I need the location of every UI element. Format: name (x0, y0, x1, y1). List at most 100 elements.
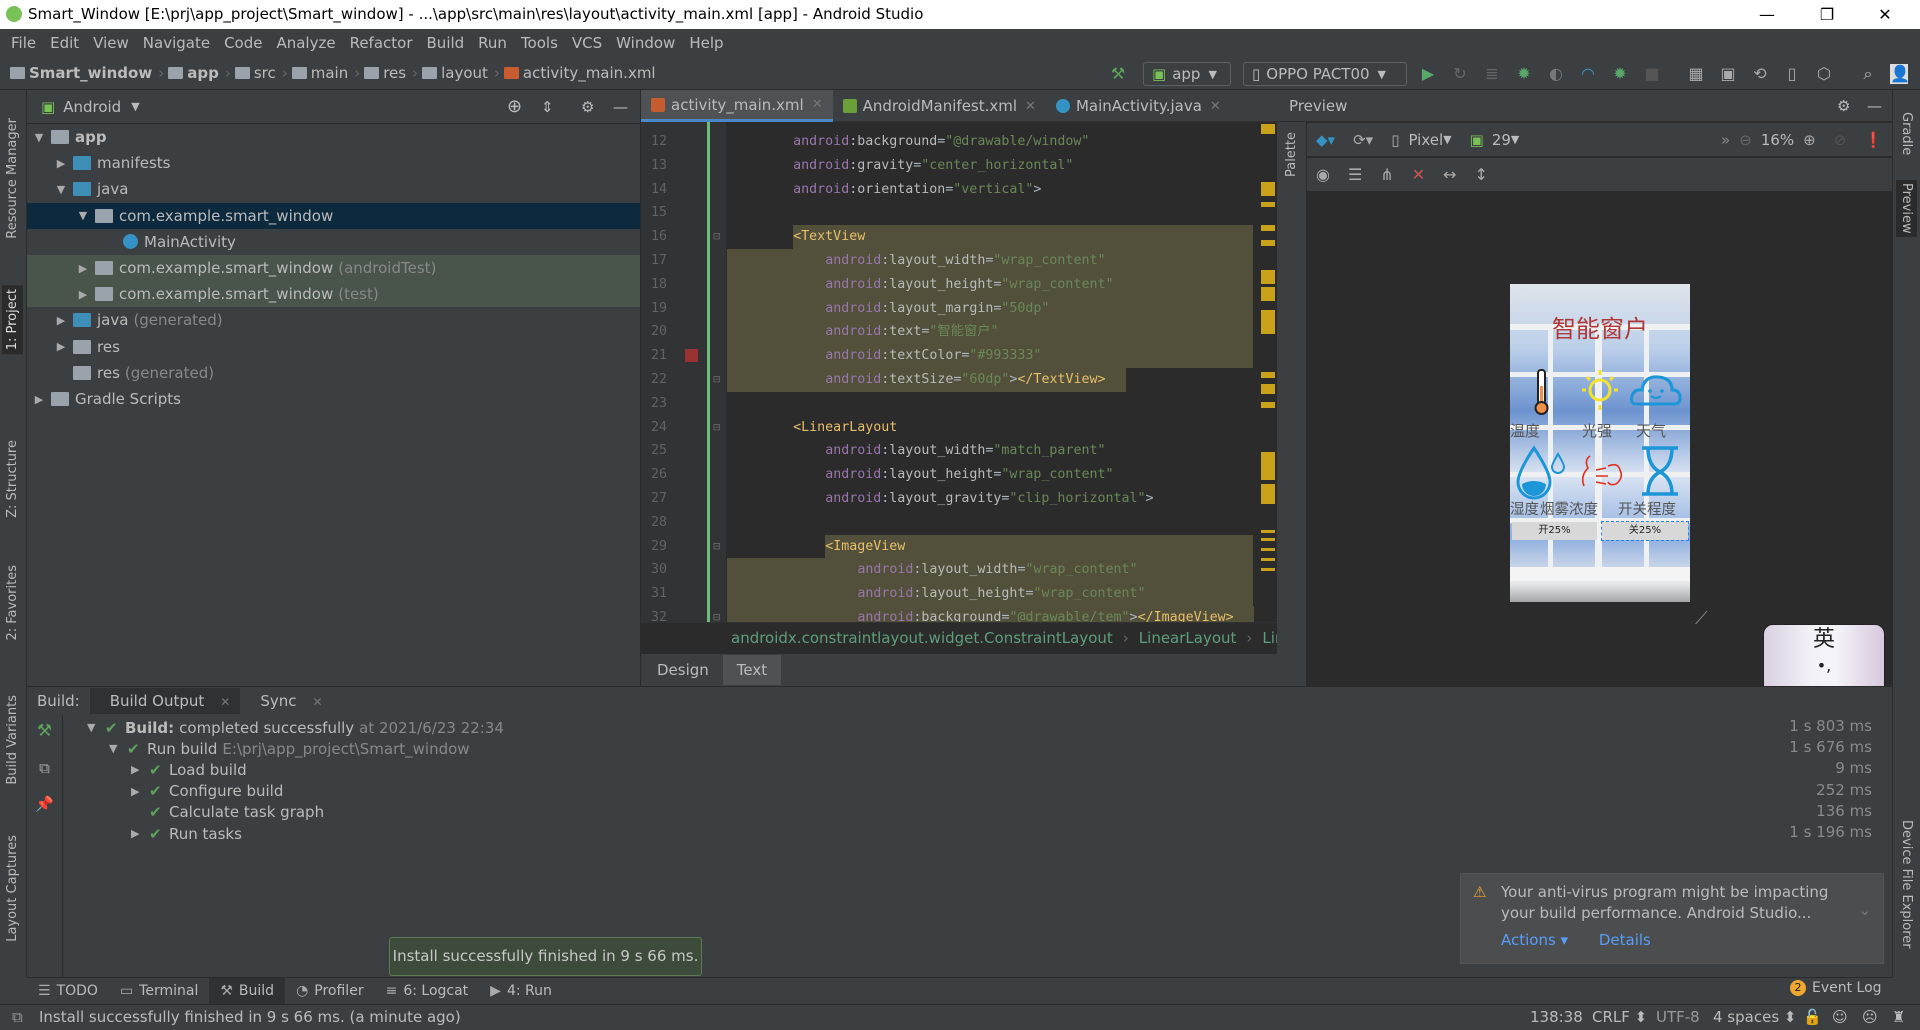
indent-setting[interactable]: 4 spaces ⬍ (1713, 1005, 1796, 1030)
frown-icon[interactable]: ☹ (1862, 1005, 1878, 1030)
tab-design[interactable]: Design (643, 655, 723, 685)
breadcrumb-item[interactable]: activity_main.xml (503, 64, 656, 82)
warning-marker[interactable] (1261, 558, 1275, 561)
event-log-button[interactable]: 2 Event Log (1790, 980, 1882, 996)
tree-item[interactable]: ▼ com.example.smart_window (27, 202, 640, 229)
editor-tab[interactable]: AndroidManifest.xml ✕ (833, 90, 1046, 122)
breadcrumb-item[interactable]: src › (234, 64, 288, 82)
close-icon[interactable]: ✕ (220, 695, 230, 709)
attach-debugger-icon[interactable]: ✹ (1610, 64, 1630, 84)
toggle-view-icon[interactable]: ⧉ (27, 759, 62, 777)
status-icon[interactable]: ⧉ (12, 1005, 23, 1030)
collapsed-arrow-icon[interactable]: ▶ (75, 262, 91, 275)
crumb-linearlayout[interactable]: LinearLayout (1139, 629, 1237, 647)
breadcrumb-item[interactable]: main › (291, 64, 360, 82)
menu-vcs[interactable]: VCS (565, 34, 609, 52)
menu-build[interactable]: Build (420, 34, 472, 52)
warning-marker[interactable] (1261, 538, 1275, 541)
gear-icon[interactable]: ⚙ (1837, 90, 1850, 122)
details-link[interactable]: Details (1599, 931, 1651, 949)
bottom-tab-profiler[interactable]: ◔ Profiler (285, 978, 375, 1005)
fold-marker-icon[interactable]: ⊟ (713, 225, 720, 249)
close-icon[interactable]: ✕ (1210, 99, 1221, 114)
avd-manager-icon[interactable]: ▯ (1782, 64, 1802, 84)
tree-item[interactable]: MainActivity (27, 229, 640, 255)
bottom-tab-terminal[interactable]: ▭ Terminal (109, 978, 209, 1005)
hide-panel-icon[interactable]: — (613, 98, 628, 116)
tool-device-file-explorer[interactable]: Device File Explorer (1899, 820, 1914, 949)
build-hammer-icon[interactable]: ⚒ (1108, 64, 1128, 84)
palette-toggle[interactable]: Palette (1284, 132, 1299, 177)
tree-item[interactable]: ▶ com.example.smart_window (test) (27, 281, 640, 308)
tool-layout-captures[interactable]: Layout Captures (5, 835, 20, 942)
warning-marker[interactable] (1261, 270, 1275, 284)
expand-arrow-icon[interactable]: ▶ (131, 827, 149, 840)
chevron-down-icon[interactable]: ▼ (1511, 133, 1519, 146)
close-button[interactable]: ✕ (1862, 0, 1908, 29)
breadcrumb-item[interactable]: layout › (422, 64, 500, 82)
editor-tab[interactable]: activity_main.xml ✕ (641, 90, 833, 122)
menu-tools[interactable]: Tools (514, 34, 565, 52)
profile-icon[interactable]: ◠ (1578, 64, 1598, 84)
warning-marker[interactable] (1261, 402, 1275, 408)
tool-resource-manager[interactable]: Resource Manager (5, 118, 20, 239)
tool-preview[interactable]: Preview (1896, 180, 1917, 237)
zoom-out-icon[interactable]: ⊖ (1739, 131, 1752, 149)
hide-panel-icon[interactable]: — (1867, 90, 1882, 122)
tree-item[interactable]: ▼ app (27, 124, 640, 150)
expand-arrow-icon[interactable]: ▶ (131, 785, 149, 798)
crumb-constraintlayout[interactable]: androidx.constraintlayout.widget.Constra… (731, 629, 1113, 647)
close-25-button[interactable]: 关25% (1601, 521, 1689, 541)
smile-icon[interactable]: ☺ (1832, 1005, 1848, 1030)
tool-build-variants[interactable]: Build Variants (5, 695, 20, 785)
menu-view[interactable]: View (86, 34, 136, 52)
build-tree-item[interactable]: ▼ ✔ Build: completed successfully at 2021/6/… (87, 717, 504, 738)
menu-navigate[interactable]: Navigate (136, 34, 217, 52)
color-swatch[interactable] (685, 349, 698, 363)
expand-icon[interactable]: ⌄ (1858, 900, 1871, 921)
eye-icon[interactable]: ◉ (1316, 165, 1330, 184)
bottom-tab-build[interactable]: ⚒ Build (209, 977, 286, 1005)
collapsed-arrow-icon[interactable]: ▶ (53, 157, 69, 170)
menu-refactor[interactable]: Refactor (343, 34, 420, 52)
expanded-arrow-icon[interactable]: ▼ (75, 209, 91, 222)
warning-marker[interactable] (1261, 240, 1275, 246)
expand-arrow-icon[interactable]: ▶ (131, 763, 149, 776)
blueprint-icon[interactable]: ☰ (1348, 165, 1362, 184)
clear-constraints-icon[interactable]: ✕ (1412, 165, 1425, 184)
status-message[interactable]: Install successfully finished in 9 s 66 … (39, 1005, 461, 1030)
build-tree-item[interactable]: ▼ ✔ Run build E:\prj\app_project\Smart_wind… (109, 738, 470, 759)
tab-text[interactable]: Text (722, 655, 782, 685)
coverage-icon[interactable]: ◐ (1546, 64, 1566, 84)
fold-marker-icon[interactable]: ⊟ (713, 606, 720, 622)
menu-window[interactable]: Window (609, 34, 682, 52)
warning-marker[interactable] (1261, 372, 1275, 378)
breadcrumb-item[interactable]: app › (168, 64, 231, 82)
autoconnect-off-icon[interactable]: ⋔ (1380, 165, 1393, 184)
tab-sync[interactable]: Sync ✕ (240, 688, 332, 714)
bottom-tab-run[interactable]: ▶ 4: Run (479, 978, 563, 1005)
warning-marker[interactable] (1261, 568, 1275, 571)
crumb-lin[interactable]: Lin (1262, 629, 1278, 647)
collapsed-arrow-icon[interactable]: ▶ (31, 393, 47, 406)
expand-horizontal-icon[interactable]: ↔ (1443, 165, 1456, 184)
menu-help[interactable]: Help (682, 34, 730, 52)
warning-marker[interactable] (1261, 310, 1275, 334)
run-icon[interactable]: ▶ (1418, 64, 1438, 84)
minimize-button[interactable]: — (1744, 0, 1790, 29)
collapsed-arrow-icon[interactable]: ▶ (53, 340, 69, 353)
sdk-manager-icon[interactable]: ⬡ (1814, 64, 1834, 84)
bottom-tab-logcat[interactable]: ≡ 6: Logcat (375, 978, 480, 1005)
api-level-selector[interactable]: 29 (1492, 131, 1511, 149)
warning-marker[interactable] (1261, 225, 1275, 231)
zoom-in-icon[interactable]: ⊕ (1803, 131, 1816, 149)
gear-icon[interactable]: ⚙ (581, 98, 594, 116)
menu-code[interactable]: Code (217, 34, 269, 52)
tree-item[interactable]: ▼ java (27, 176, 640, 202)
tool-project[interactable]: 1: Project (2, 285, 23, 355)
more-icon[interactable]: » (1721, 131, 1730, 149)
editor-tab[interactable]: MainActivity.java ✕ (1046, 90, 1231, 122)
fold-marker-icon[interactable]: ⊟ (713, 368, 720, 392)
warning-marker[interactable] (1261, 548, 1275, 551)
hammer-icon[interactable]: ⚒ (27, 721, 62, 741)
